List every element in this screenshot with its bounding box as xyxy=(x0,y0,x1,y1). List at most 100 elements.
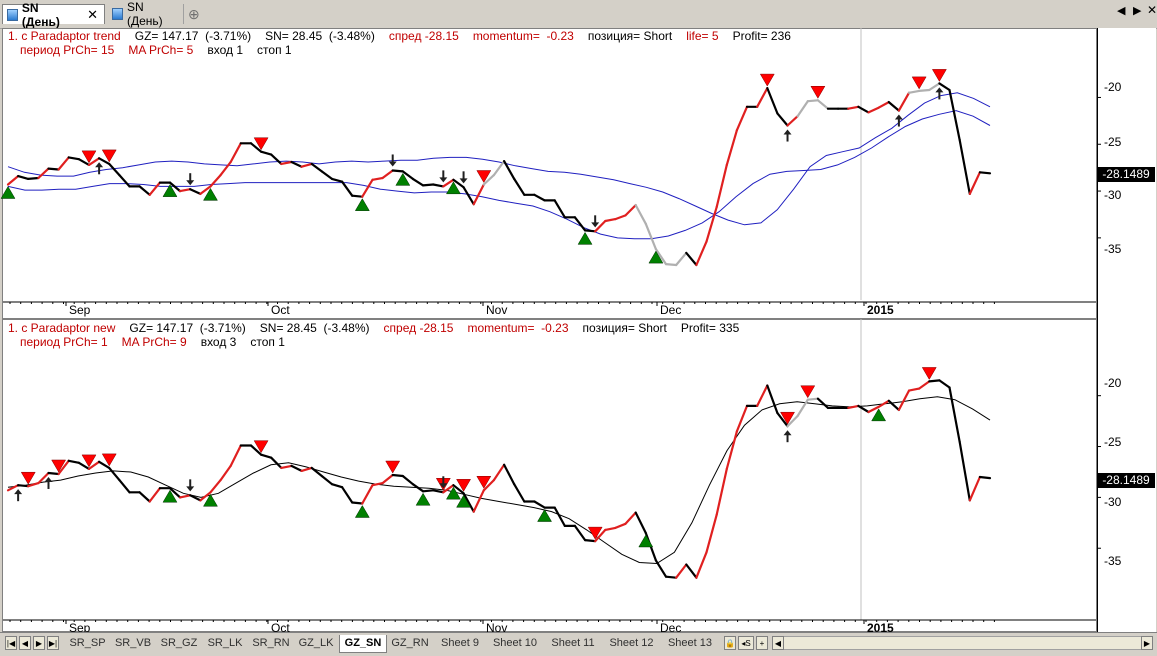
price-segment xyxy=(725,430,739,470)
price-segment xyxy=(907,89,921,94)
price-segment xyxy=(847,105,860,110)
price-segment xyxy=(968,171,982,195)
price-segment xyxy=(583,229,597,233)
legend-item: период PrCh= 1 xyxy=(20,335,108,349)
sheet-tab-sr_lk[interactable]: SR_LK xyxy=(203,635,247,652)
horizontal-scrollbar[interactable] xyxy=(772,636,1142,650)
sheet-tab-sheet-9[interactable]: Sheet 9 xyxy=(435,635,485,652)
price-segment xyxy=(857,105,870,114)
price-segment xyxy=(290,160,303,168)
price-segment xyxy=(67,156,81,161)
legend-item: MA PrCh= 9 xyxy=(121,335,187,349)
down-arrow-head xyxy=(186,486,195,492)
sell-signal-marker xyxy=(911,76,927,90)
buy-signal-marker xyxy=(0,186,16,199)
price-segment xyxy=(189,188,202,195)
price-segment xyxy=(685,563,698,579)
up-arrow-head xyxy=(894,114,903,120)
price-segment xyxy=(492,463,506,482)
sheet-tab-sheet-11[interactable]: Sheet 11 xyxy=(545,635,601,652)
buy-signal-marker xyxy=(415,492,431,506)
legend-item: вход 3 xyxy=(200,335,237,349)
price-segment xyxy=(361,484,374,505)
sheet-tab-sr_gz[interactable]: SR_GZ xyxy=(157,635,201,652)
scroll-right-icon[interactable]: ▶ xyxy=(1141,636,1153,650)
down-arrow-head xyxy=(439,177,448,183)
legend-item: MA PrCh= 5 xyxy=(128,43,194,57)
price-segment xyxy=(422,489,435,493)
price-segment xyxy=(776,112,789,127)
price-segment xyxy=(634,511,647,535)
price-segment xyxy=(472,489,485,513)
sheet-tab-gz_rn[interactable]: GZ_RN xyxy=(387,635,433,652)
price-segment xyxy=(280,160,293,165)
add-sheet-icon[interactable]: + xyxy=(756,636,768,650)
last-sheet-icon[interactable]: ▶| xyxy=(47,636,59,650)
sheet-tab-gz_sn[interactable]: GZ_SN xyxy=(339,635,387,653)
price-segment xyxy=(472,183,485,206)
top-ytick: -25 xyxy=(1104,135,1122,149)
price-segment xyxy=(968,475,982,502)
sync-icon[interactable]: ◂S xyxy=(738,636,754,650)
price-segment xyxy=(310,466,323,478)
price-segment xyxy=(735,404,749,433)
price-segment xyxy=(229,142,242,164)
bottom-ytick: -35 xyxy=(1104,554,1122,568)
sell-signal-marker xyxy=(800,385,816,399)
sheet-tab-sheet-13[interactable]: Sheet 13 xyxy=(662,635,718,652)
next-sheet-icon[interactable]: ▶ xyxy=(33,636,45,650)
price-segment xyxy=(513,483,526,503)
price-segment xyxy=(432,183,445,188)
up-arrow-head xyxy=(95,162,104,168)
sheet-tab-sr_rn[interactable]: SR_RN xyxy=(249,635,293,652)
top-legend-line2: период PrCh= 15 MA PrCh= 5 вход 1 стоп 1 xyxy=(20,43,306,57)
price-segment xyxy=(300,466,313,472)
legend-item: позиция= Short xyxy=(582,321,667,335)
bottom-chart: Sep Oct Nov Dec 2015 xyxy=(3,319,1101,635)
sheet-tab-sheet-12[interactable]: Sheet 12 xyxy=(603,635,660,652)
legend-item: спред -28.15 xyxy=(388,29,459,43)
price-segment xyxy=(887,100,901,112)
up-arrow-head xyxy=(14,489,23,495)
sheet-tab-sr_vb[interactable]: SR_VB xyxy=(111,635,155,652)
price-segment xyxy=(330,483,344,489)
price-segment xyxy=(513,177,526,196)
price-segment xyxy=(816,99,830,110)
bottom-ytick: -30 xyxy=(1104,495,1122,509)
sell-signal-marker xyxy=(385,460,401,474)
prev-sheet-icon[interactable]: ◀ xyxy=(19,636,31,650)
legend-item: SN= 28.45 (-3.48%) xyxy=(265,29,375,43)
buy-signal-marker xyxy=(577,231,593,245)
price-segment xyxy=(664,263,678,267)
legend-item: SN= 28.45 (-3.48%) xyxy=(259,321,370,335)
sheet-tab-sheet-10[interactable]: Sheet 10 xyxy=(487,635,543,652)
price-segment xyxy=(118,174,131,188)
price-segment xyxy=(675,563,688,579)
price-segment xyxy=(320,474,334,486)
price-segment xyxy=(391,169,404,173)
band-line-upper xyxy=(7,92,991,226)
bottom-legend-line2: период PrCh= 1 MA PrCh= 9 вход 3 стоп 1 xyxy=(20,335,299,349)
first-sheet-icon[interactable]: |◀ xyxy=(5,636,17,650)
legend-item: вход 1 xyxy=(207,43,244,57)
price-segment xyxy=(715,163,728,209)
price-segment xyxy=(401,474,414,486)
legend-item: стоп 1 xyxy=(250,335,285,349)
price-segment xyxy=(695,551,708,579)
sell-signal-marker xyxy=(921,367,937,380)
x-tick-label: Nov xyxy=(486,303,507,317)
price-segment xyxy=(351,501,364,505)
x-tick-label: 2015 xyxy=(867,303,894,317)
lock-icon[interactable]: 🔒 xyxy=(724,636,736,650)
price-segment xyxy=(108,466,121,482)
price-segment xyxy=(675,251,688,267)
price-segment xyxy=(877,100,890,109)
buy-signal-marker xyxy=(638,534,654,548)
price-segment xyxy=(725,129,739,166)
scroll-left-icon[interactable]: ◀ xyxy=(772,636,784,650)
bottom-ytick: -20 xyxy=(1104,376,1122,390)
sheet-tab-gz_lk[interactable]: GZ_LK xyxy=(295,635,337,652)
price-segment xyxy=(583,538,597,543)
sheet-tab-sr_sp[interactable]: SR_SP xyxy=(66,635,109,652)
price-segment xyxy=(533,500,546,509)
